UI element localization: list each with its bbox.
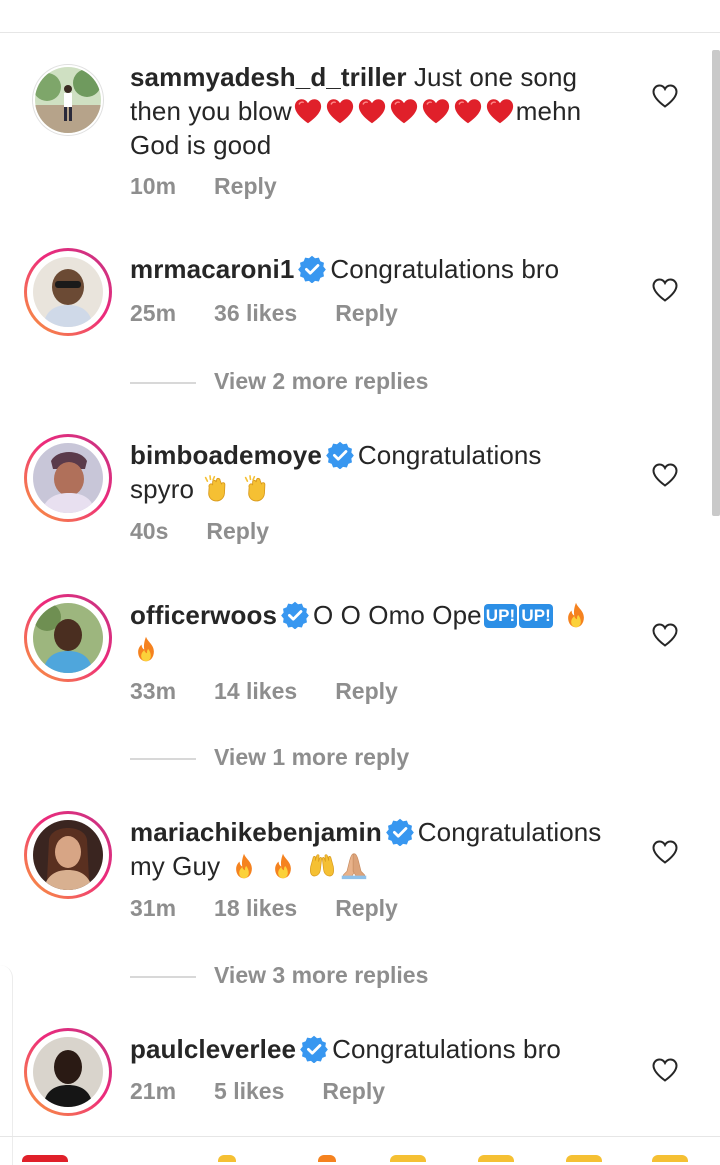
reply-button[interactable]: Reply xyxy=(214,173,277,200)
comment-body: Just one song xyxy=(413,62,578,92)
up-button-emoji: UP! xyxy=(483,604,518,628)
comment-text: mrmacaroni1 Congratulations bro xyxy=(130,252,630,286)
comment-body: mehn xyxy=(515,96,582,126)
timestamp: 10m xyxy=(130,173,177,199)
comment-meta: 40s Reply xyxy=(130,518,307,545)
likes-count[interactable]: 5 likes xyxy=(214,1078,284,1105)
comment-meta: 25m 36 likes Reply xyxy=(130,300,436,327)
username[interactable]: mrmacaroni1 xyxy=(130,254,294,284)
timestamp: 40s xyxy=(130,518,169,544)
reply-button[interactable]: Reply xyxy=(206,518,269,545)
likes-count[interactable]: 18 likes xyxy=(214,895,297,922)
replies-divider xyxy=(130,382,196,384)
comment-body: O O Omo Ope xyxy=(313,600,482,630)
view-replies-label[interactable]: View 3 more replies xyxy=(214,962,428,989)
avatar[interactable] xyxy=(24,811,112,899)
timestamp: 25m xyxy=(130,300,177,326)
comment-body: God is good xyxy=(130,130,272,160)
verified-badge-icon xyxy=(298,255,326,283)
comment-body: Congratulations bro xyxy=(330,254,560,284)
avatar[interactable] xyxy=(24,248,112,336)
red-heart-emoji xyxy=(422,97,450,125)
timestamp: 31m xyxy=(130,895,177,921)
likes-count[interactable]: 36 likes xyxy=(214,300,297,327)
red-heart-emoji xyxy=(294,97,322,125)
comment-text: sammyadesh_d_triller Just one song then … xyxy=(130,60,630,162)
verified-badge-icon xyxy=(326,441,354,469)
like-heart-outline-icon[interactable] xyxy=(652,1058,678,1082)
view-replies-label[interactable]: View 1 more reply xyxy=(214,744,409,771)
username[interactable]: officerwoos xyxy=(130,600,277,630)
username[interactable]: sammyadesh_d_triller xyxy=(130,62,407,92)
like-heart-outline-icon[interactable] xyxy=(652,278,678,302)
top-divider xyxy=(0,32,720,33)
sheet-edge xyxy=(0,965,13,1165)
username[interactable]: mariachikebenjamin xyxy=(130,817,382,847)
comment-body: Congratulations xyxy=(417,817,602,847)
fire-emoji xyxy=(230,852,258,880)
like-heart-outline-icon[interactable] xyxy=(652,840,678,864)
comment-body: my Guy xyxy=(130,851,221,881)
comment-meta: 31m 18 likes Reply xyxy=(130,895,436,922)
avatar[interactable] xyxy=(32,64,104,136)
red-heart-emoji xyxy=(358,97,386,125)
comment-body: Congratulations xyxy=(357,440,542,470)
like-heart-outline-icon[interactable] xyxy=(652,623,678,647)
red-heart-emoji xyxy=(326,97,354,125)
replies-divider xyxy=(130,758,196,760)
clapping-hands-emoji xyxy=(203,475,231,503)
timestamp: 33m xyxy=(130,678,177,704)
comment-text: paulcleverlee Congratulations bro xyxy=(130,1032,630,1066)
avatar[interactable] xyxy=(24,594,112,682)
view-replies-label[interactable]: View 2 more replies xyxy=(214,368,428,395)
red-heart-emoji xyxy=(486,97,514,125)
emoji-quick-reactions-bar xyxy=(0,1136,720,1162)
scrollbar[interactable] xyxy=(712,50,720,516)
comment-text: mariachikebenjamin Congratulations my Guy xyxy=(130,815,630,883)
raising-hands-emoji xyxy=(308,852,336,880)
verified-badge-icon xyxy=(281,601,309,629)
comment-text: officerwoos O O Omo Ope UP! UP! xyxy=(130,598,630,666)
red-heart-emoji xyxy=(390,97,418,125)
comment-meta: 10m Reply xyxy=(130,173,315,200)
verified-badge-icon xyxy=(386,818,414,846)
like-heart-outline-icon[interactable] xyxy=(652,463,678,487)
likes-count[interactable]: 14 likes xyxy=(214,678,297,705)
verified-badge-icon xyxy=(300,1035,328,1063)
fire-emoji xyxy=(562,601,590,629)
comment-body: then you blow xyxy=(130,96,292,126)
reply-button[interactable]: Reply xyxy=(335,300,398,327)
comment-body: spyro xyxy=(130,474,195,504)
comment-body: Congratulations bro xyxy=(332,1034,561,1064)
fire-emoji xyxy=(269,852,297,880)
fire-emoji xyxy=(132,635,160,663)
comment-meta: 21m 5 likes Reply xyxy=(130,1078,423,1105)
timestamp: 21m xyxy=(130,1078,177,1104)
avatar[interactable] xyxy=(24,434,112,522)
reply-button[interactable]: Reply xyxy=(335,678,398,705)
username[interactable]: bimboademoye xyxy=(130,440,322,470)
avatar[interactable] xyxy=(24,1028,112,1116)
up-button-emoji: UP! xyxy=(519,604,553,628)
username[interactable]: paulcleverlee xyxy=(130,1034,296,1064)
clapping-hands-emoji xyxy=(243,475,271,503)
replies-divider xyxy=(130,976,196,978)
comment-meta: 33m 14 likes Reply xyxy=(130,678,436,705)
reply-button[interactable]: Reply xyxy=(322,1078,385,1105)
folded-hands-emoji xyxy=(340,852,368,880)
red-heart-emoji xyxy=(454,97,482,125)
reply-button[interactable]: Reply xyxy=(335,895,398,922)
like-heart-outline-icon[interactable] xyxy=(652,84,678,108)
comment-text: bimboademoye Congratulations spyro xyxy=(130,438,630,506)
